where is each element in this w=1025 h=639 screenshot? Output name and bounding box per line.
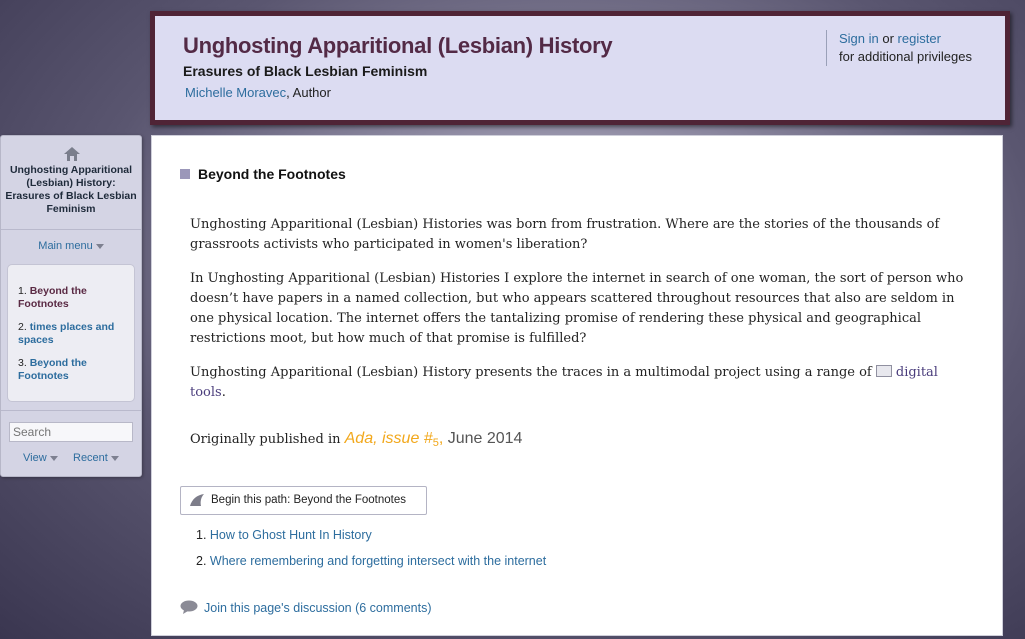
menu-item-number: 1.	[18, 285, 30, 297]
paragraph-3: Unghosting Apparitional (Lesbian) Histor…	[190, 363, 965, 403]
path-list-item[interactable]: 1. How to Ghost Hunt In History	[196, 528, 372, 542]
sidebar-book-title[interactable]: Unghosting Apparitional (Lesbian) Histor…	[5, 164, 137, 216]
ada-journal-link[interactable]: Ada, issue #5,	[344, 430, 444, 449]
divider	[1, 229, 141, 230]
menu-item-number: 2.	[18, 321, 30, 333]
page-title: Beyond the Footnotes	[198, 166, 346, 182]
path-item-link[interactable]: Where remembering and forgetting interse…	[210, 554, 546, 568]
privileges-text: for additional privileges	[839, 49, 972, 64]
chevron-down-icon	[49, 455, 58, 461]
paragraph-2: In Unghosting Apparitional (Lesbian) His…	[190, 271, 964, 346]
view-menu-toggle[interactable]: View	[23, 452, 58, 464]
chevron-down-icon	[95, 243, 104, 249]
paragraph-3-text: Unghosting Apparitional (Lesbian) Histor…	[190, 365, 876, 380]
view-label: View	[23, 452, 47, 464]
menu-item-label[interactable]: times places and spaces	[18, 321, 114, 346]
document-icon	[875, 365, 892, 377]
sign-in-link[interactable]: Sign in	[839, 31, 879, 46]
page-bullet-icon	[180, 169, 190, 179]
author-role: , Author	[286, 85, 331, 100]
sidebar: Unghosting Apparitional (Lesbian) Histor…	[0, 135, 142, 477]
begin-path-button[interactable]: Begin this path: Beyond the Footnotes	[180, 486, 427, 515]
main-content: Beyond the Footnotes Unghosting Appariti…	[151, 135, 1003, 636]
main-menu-list: 1. Beyond the Footnotes 2. times places …	[7, 264, 135, 402]
menu-item-3[interactable]: 3. Beyond the Footnotes	[18, 357, 130, 383]
book-subtitle: Erasures of Black Lesbian Feminism	[183, 63, 428, 79]
divider	[1, 410, 141, 411]
search-input[interactable]	[9, 422, 133, 442]
or-text: or	[878, 31, 898, 46]
published-line: Originally published in Ada, issue #5, J…	[190, 430, 522, 449]
journal-name: Ada, issue #	[344, 430, 433, 447]
chevron-down-icon	[110, 455, 119, 461]
published-date: June 2014	[443, 430, 523, 447]
paragraph-1: Unghosting Apparitional (Lesbian) Histor…	[190, 217, 940, 252]
paragraph-3-end: .	[221, 385, 226, 400]
author-line: Michelle Moravec, Author	[185, 85, 331, 100]
published-prefix: Originally published in	[190, 432, 345, 447]
discussion-link[interactable]: Join this page's discussion (6 comments)	[204, 601, 431, 615]
main-menu-toggle[interactable]: Main menu	[1, 240, 141, 252]
path-icon	[190, 494, 204, 506]
recent-label: Recent	[73, 452, 108, 464]
book-title: Unghosting Apparitional (Lesbian) Histor…	[183, 33, 613, 58]
discussion-link-row[interactable]: Join this page's discussion (6 comments)	[180, 600, 431, 615]
home-icon[interactable]	[64, 147, 80, 161]
menu-item-1[interactable]: 1. Beyond the Footnotes	[18, 285, 130, 311]
author-link[interactable]: Michelle Moravec	[185, 85, 286, 100]
account-panel: Sign in or register for additional privi…	[826, 30, 972, 66]
book-header: Unghosting Apparitional (Lesbian) Histor…	[150, 11, 1010, 125]
menu-item-number: 3.	[18, 357, 30, 369]
path-item-number: 1.	[196, 528, 210, 542]
begin-path-label: Begin this path: Beyond the Footnotes	[211, 494, 406, 506]
path-item-link[interactable]: How to Ghost Hunt In History	[210, 528, 372, 542]
speech-bubble-icon	[180, 600, 198, 614]
path-list-item[interactable]: 2. Where remembering and forgetting inte…	[196, 554, 546, 568]
recent-menu-toggle[interactable]: Recent	[73, 452, 119, 464]
path-item-number: 2.	[196, 554, 210, 568]
register-link[interactable]: register	[898, 31, 941, 46]
main-menu-label: Main menu	[38, 240, 93, 252]
menu-item-2[interactable]: 2. times places and spaces	[18, 321, 130, 347]
